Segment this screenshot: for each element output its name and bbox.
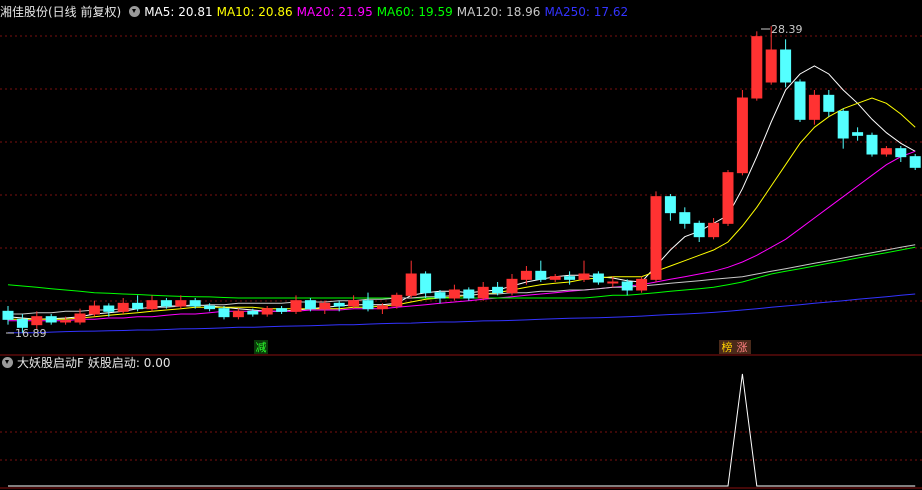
candle-body <box>549 276 561 280</box>
candle-body <box>506 278 518 294</box>
indicator-line <box>8 373 916 487</box>
candle-body <box>160 300 172 307</box>
candle-body <box>607 281 619 284</box>
indicator-plot <box>8 373 916 487</box>
candle-body <box>765 49 777 83</box>
candle-body <box>895 148 907 158</box>
candle-body <box>592 273 604 283</box>
candle-body <box>290 300 302 312</box>
candle-body <box>304 300 316 310</box>
candle-body <box>477 286 489 299</box>
candle-body <box>693 222 705 238</box>
candle-body <box>175 300 187 307</box>
candle-body <box>535 270 547 280</box>
grid-lines <box>0 35 922 489</box>
candle-body <box>132 302 144 310</box>
candle-body <box>621 281 633 291</box>
candle-body <box>708 222 720 238</box>
candle-body <box>2 310 14 320</box>
indicator-legend: 大妖股启动F 妖股启动: 0.00 <box>0 352 174 374</box>
candle-body <box>420 273 432 294</box>
ma-legend-item: MA250: 17.62 <box>544 5 629 19</box>
ma-legend-item: MA5: 20.81 <box>144 5 213 19</box>
candle-body <box>492 286 504 294</box>
ma-legend: MA5: 20.81 MA10: 20.86 MA20: 21.95 MA60: 19… <box>144 5 632 19</box>
ma-line-ma5 <box>7 65 916 320</box>
rise-mark: 涨 <box>737 341 748 354</box>
candle-body <box>909 156 921 168</box>
candle-body <box>780 49 792 83</box>
candle-body <box>650 196 662 280</box>
ma-line-ma60 <box>7 246 916 299</box>
candle-body <box>852 132 864 136</box>
candle-body <box>45 316 57 323</box>
high-price-label: 28.39 <box>771 23 803 36</box>
candle-body <box>117 302 129 312</box>
candle-body <box>74 313 86 323</box>
candle-body <box>664 196 676 214</box>
candle-body <box>794 81 806 120</box>
candle-body <box>60 320 72 323</box>
ma-line-ma250 <box>8 293 916 334</box>
candle-body <box>736 97 748 174</box>
dropdown-icon[interactable] <box>2 357 13 368</box>
candle-body <box>636 278 648 291</box>
ma-legend-item: MA10: 20.86 <box>216 5 293 19</box>
ma-legend-item: MA120: 18.96 <box>456 5 541 19</box>
ma-line-ma10 <box>8 97 916 320</box>
candle-body <box>679 212 691 224</box>
candle-body <box>823 94 835 112</box>
indicator-title: 大妖股启动F <box>17 356 84 370</box>
low-price-label: 16.89 <box>15 327 47 340</box>
ma-legend-item: MA60: 19.59 <box>376 5 453 19</box>
candle-body <box>880 148 892 155</box>
candle-body <box>866 134 878 155</box>
candle-body <box>376 305 388 310</box>
candle-body <box>247 310 259 315</box>
candle-body <box>146 300 158 310</box>
candle-body <box>319 302 331 310</box>
candle-body <box>333 302 345 307</box>
candle-body <box>204 305 216 310</box>
moving-average-lines <box>7 65 916 334</box>
candle-body <box>218 308 230 318</box>
ma-legend-item: MA20: 21.95 <box>296 5 373 19</box>
price-legend: 湘佳股份(日线 前复权) MA5: 20.81 MA10: 20.86 MA20: 2… <box>0 1 636 23</box>
candle-body <box>103 305 115 312</box>
dropdown-icon[interactable] <box>129 6 141 17</box>
candle-body <box>348 300 360 307</box>
stock-title: 湘佳股份(日线 前复权) <box>0 5 122 19</box>
candle-body <box>463 289 475 299</box>
candle-body <box>88 305 100 315</box>
candle-body <box>808 94 820 120</box>
candle-body <box>837 110 849 139</box>
ma-line-ma120 <box>8 244 916 315</box>
candle-body <box>391 294 403 307</box>
candlesticks <box>2 26 921 333</box>
candle-body <box>448 289 460 299</box>
candle-body <box>232 310 244 318</box>
indicator-value: 妖股启动: 0.00 <box>87 356 171 370</box>
candle-body <box>276 308 288 312</box>
reduce-mark: 减 <box>256 341 267 354</box>
candle-body <box>520 270 532 280</box>
candle-body <box>261 308 273 315</box>
candle-body <box>405 273 417 296</box>
price-chart[interactable]: 减 榜 涨 28.39 16.89 <box>0 0 922 490</box>
candle-body <box>564 276 576 280</box>
candle-body <box>189 300 201 307</box>
candle-body <box>434 292 446 299</box>
candle-body <box>751 36 763 99</box>
candle-body <box>362 300 374 310</box>
candle-body <box>722 172 734 224</box>
candle-body <box>31 316 43 326</box>
list-mark: 榜 <box>722 340 733 354</box>
candle-body <box>578 273 590 280</box>
